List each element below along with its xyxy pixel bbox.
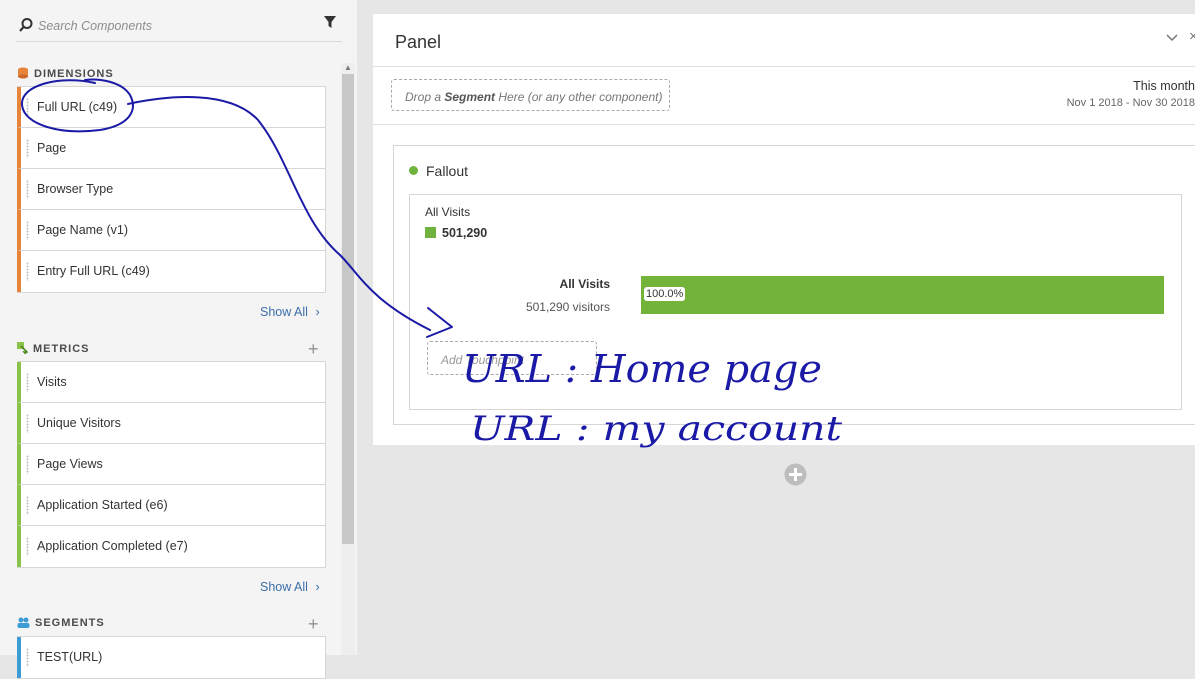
date-range-label: This month [1133, 79, 1195, 93]
dimension-item-page[interactable]: Page [17, 128, 325, 169]
dimensions-title: DIMENSIONS [34, 68, 114, 80]
metric-label: Application Started (e6) [37, 498, 168, 512]
touchpoint-visitors: 501,290 visitors [525, 300, 610, 314]
legend-value-text: 501,290 [442, 226, 488, 240]
close-icon[interactable]: × [1189, 28, 1195, 45]
touchpoint-name: All Visits [559, 277, 610, 291]
segments-icon [17, 617, 30, 628]
dimension-item-page-name[interactable]: Page Name (v1) [17, 210, 325, 251]
chevron-down-icon[interactable] [1165, 30, 1179, 44]
panel-title[interactable]: Panel [395, 32, 441, 53]
rail-scrollbar[interactable]: ▲ [341, 63, 355, 655]
segment-drop-zone[interactable]: Drop a Segment Here (or any other compon… [391, 79, 670, 111]
legend-swatch [425, 227, 436, 238]
divider [373, 66, 1195, 67]
metrics-show-all-link[interactable]: Show All › [260, 580, 320, 594]
dimension-label: Page Name (v1) [37, 223, 129, 237]
segments-title: SEGMENTS [35, 617, 105, 629]
divider [373, 124, 1195, 125]
metric-label: Page Views [37, 457, 103, 471]
drag-handle-icon[interactable] [26, 139, 29, 158]
drag-handle-icon[interactable] [26, 537, 29, 556]
drag-handle-icon[interactable] [26, 180, 29, 199]
panel: Panel × Drop a Segment Here (or any othe… [373, 14, 1195, 445]
drag-handle-icon[interactable] [26, 414, 29, 433]
metrics-list: Visits Unique Visitors Page Views Applic… [17, 361, 326, 568]
date-range-picker[interactable]: This month Nov 1 2018 - Nov 30 2018 [995, 79, 1195, 109]
metric-item-application-completed[interactable]: Application Completed (e7) [17, 526, 325, 567]
metrics-icon [17, 342, 28, 354]
dimension-label: Entry Full URL (c49) [37, 264, 150, 278]
dimension-label: Page [37, 141, 67, 155]
dimension-label: Browser Type [37, 182, 114, 196]
filter-icon[interactable] [324, 16, 336, 29]
drag-handle-icon[interactable] [26, 455, 29, 474]
segments-list: TEST(URL) [17, 636, 326, 679]
dimensions-icon [18, 67, 28, 79]
metric-item-page-views[interactable]: Page Views [17, 444, 325, 485]
fallout-percent-label: 100.0% [644, 287, 686, 301]
add-touchpoint-drop-zone[interactable]: Add Touchpoint [427, 341, 597, 375]
dimensions-show-all-link[interactable]: Show All › [260, 305, 320, 319]
drag-handle-icon[interactable] [26, 496, 29, 515]
fallout-title[interactable]: Fallout [409, 163, 468, 179]
drag-handle-icon[interactable] [26, 373, 29, 392]
date-range-value: Nov 1 2018 - Nov 30 2018 [1066, 97, 1195, 109]
dimensions-list: Full URL (c49) Page Browser Type Page Na… [17, 86, 326, 293]
drag-handle-icon[interactable] [26, 648, 29, 667]
metric-label: Application Completed (e7) [37, 539, 188, 553]
drop-zone-text: Here (or any other component) [495, 90, 663, 104]
metric-label: Unique Visitors [37, 416, 121, 430]
add-panel-icon[interactable] [784, 463, 807, 486]
add-segment-button[interactable]: + [308, 615, 319, 633]
search-input[interactable] [38, 19, 308, 33]
show-all-label: Show All [260, 580, 308, 594]
metric-item-visits[interactable]: Visits [17, 362, 325, 403]
show-all-label: Show All [260, 305, 308, 319]
dimension-item-full-url[interactable]: Full URL (c49) [17, 87, 325, 128]
chevron-right-icon: › [315, 580, 320, 594]
dimensions-header: DIMENSIONS [17, 67, 114, 80]
drag-handle-icon[interactable] [26, 221, 29, 240]
search-icon [19, 18, 33, 32]
metrics-title: METRICS [33, 343, 90, 355]
segment-item-test-url[interactable]: TEST(URL) [17, 637, 325, 678]
chevron-right-icon: › [315, 305, 320, 319]
search-bar [16, 13, 342, 42]
scrollbar-thumb[interactable] [342, 74, 354, 544]
drag-handle-icon[interactable] [26, 98, 29, 117]
drop-zone-emphasis: Segment [444, 90, 496, 104]
legend-label: All Visits [425, 205, 471, 219]
scroll-up-icon[interactable]: ▲ [344, 63, 352, 72]
drag-handle-icon[interactable] [26, 262, 29, 281]
segment-label: TEST(URL) [37, 650, 103, 664]
dimension-item-entry-full-url[interactable]: Entry Full URL (c49) [17, 251, 325, 292]
fallout-bar[interactable]: 100.0% [641, 276, 1164, 314]
metric-item-unique-visitors[interactable]: Unique Visitors [17, 403, 325, 444]
dimension-item-browser-type[interactable]: Browser Type [17, 169, 325, 210]
metrics-header: METRICS [17, 342, 90, 355]
fallout-title-text: Fallout [426, 163, 469, 179]
drop-zone-text: Drop a [405, 90, 445, 104]
components-rail: DIMENSIONS Full URL (c49) Page Browser T… [0, 0, 357, 679]
metric-item-application-started[interactable]: Application Started (e6) [17, 485, 325, 526]
status-dot-icon [409, 166, 418, 175]
segments-header: SEGMENTS [17, 617, 105, 629]
dimension-label: Full URL (c49) [37, 100, 118, 114]
metric-label: Visits [37, 375, 67, 389]
legend-value: 501,290 [425, 226, 487, 240]
add-metric-button[interactable]: + [308, 340, 319, 358]
